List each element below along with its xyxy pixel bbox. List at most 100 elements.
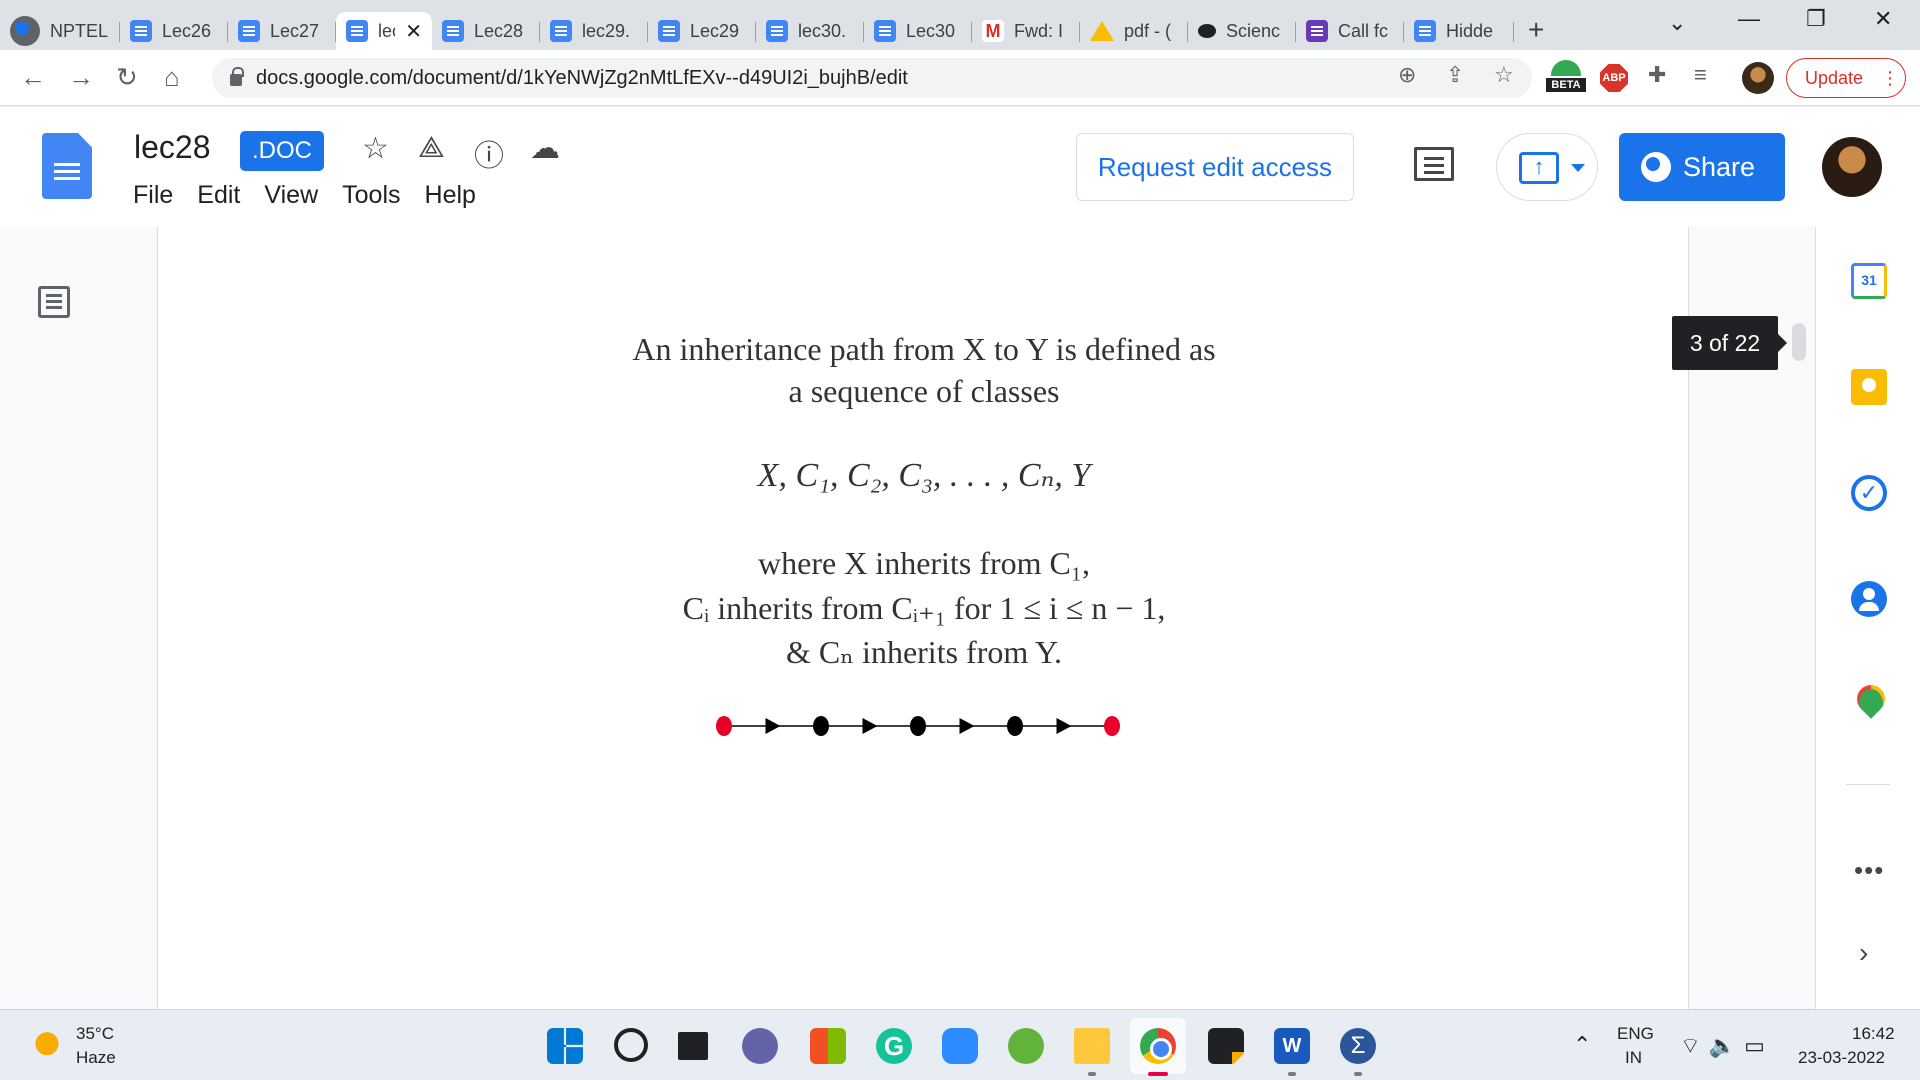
url-text[interactable]: docs.google.com/document/d/1kYeNWjZg2nMt… xyxy=(256,67,908,90)
docs-icon xyxy=(130,20,152,42)
tab-strip: NPTEL Lec26 Lec27 lec ✕ Lec28 lec29. Lec29 lec30… xyxy=(0,0,1920,50)
slide-condition-2: Cᵢ inherits from Cᵢ₊₁ for 1 ≤ i ≤ n − 1, xyxy=(682,590,1166,626)
path-node xyxy=(910,716,926,736)
move-to-drive-icon[interactable]: ⟁ xyxy=(418,131,445,165)
browser-tab[interactable]: Lec30 xyxy=(864,12,972,50)
expand-panel-icon[interactable]: › xyxy=(1859,937,1868,969)
menu-file[interactable]: File xyxy=(133,181,173,210)
share-button[interactable]: Share xyxy=(1619,133,1785,201)
browser-tab[interactable]: lec30. xyxy=(756,12,864,50)
restore-icon[interactable]: ❐ xyxy=(1806,6,1826,32)
clock-date[interactable]: 23-03-2022 xyxy=(1798,1048,1885,1068)
calendar-icon[interactable]: 31 xyxy=(1851,263,1887,299)
search-icon[interactable] xyxy=(614,1028,648,1062)
browser-tab[interactable]: M Fwd: I xyxy=(972,12,1080,50)
document-title[interactable]: lec28 xyxy=(134,129,211,166)
zoom-icon[interactable]: ⊕ xyxy=(1398,62,1416,88)
tab-title: Lec29 xyxy=(690,20,740,41)
grammarly-icon[interactable]: G xyxy=(876,1028,912,1064)
extensions-puzzle-icon[interactable]: ✚ xyxy=(1648,62,1666,88)
browser-tab[interactable]: NPTEL xyxy=(0,12,120,50)
teams-chat-icon[interactable] xyxy=(742,1028,778,1064)
word-icon[interactable]: W xyxy=(1274,1028,1310,1064)
menu-edit[interactable]: Edit xyxy=(197,181,240,210)
browser-tab[interactable]: Lec26 xyxy=(120,12,228,50)
globe-icon xyxy=(10,16,40,46)
address-bar[interactable]: docs.google.com/document/d/1kYeNWjZg2nMt… xyxy=(212,58,1532,98)
document-page: An inheritance path from X to Y is defin… xyxy=(157,227,1689,1009)
start-menu-icon[interactable] xyxy=(547,1028,583,1064)
forms-icon xyxy=(1306,20,1328,42)
menu-help[interactable]: Help xyxy=(425,181,476,210)
beta-extension-icon[interactable]: BETA xyxy=(1546,60,1586,96)
wifi-icon[interactable]: ⌔ xyxy=(1680,1033,1709,1058)
bookmark-star-icon[interactable]: ☆ xyxy=(1494,62,1514,88)
store-icon[interactable] xyxy=(810,1028,846,1064)
path-node xyxy=(813,716,829,736)
forward-icon[interactable]: → xyxy=(68,64,94,90)
math-app-icon[interactable]: Σ xyxy=(1340,1028,1376,1064)
close-window-icon[interactable]: ✕ xyxy=(1874,6,1892,32)
browser-tab[interactable]: Lec27 xyxy=(228,12,336,50)
docs-icon xyxy=(766,20,788,42)
browser-tab[interactable]: lec29. xyxy=(540,12,648,50)
clock-time[interactable]: 16:42 xyxy=(1852,1024,1895,1044)
request-edit-access-button[interactable]: Request edit access xyxy=(1076,133,1354,201)
cloud-status-icon[interactable]: ☁ xyxy=(530,131,560,166)
tasks-icon[interactable]: ✓ xyxy=(1851,475,1887,511)
adblock-extension-icon[interactable]: ABP xyxy=(1600,64,1628,92)
update-button[interactable]: Update ⋮ xyxy=(1786,58,1906,98)
new-tab-button[interactable]: + xyxy=(1528,14,1544,46)
hidden-icons-chevron-icon[interactable]: ⌃ xyxy=(1573,1032,1591,1058)
home-icon[interactable]: ⌂ xyxy=(164,64,180,90)
menu-tools[interactable]: Tools xyxy=(342,181,400,210)
reading-list-icon[interactable]: ≡ xyxy=(1694,62,1707,88)
star-icon[interactable]: ☆ xyxy=(362,131,389,166)
browser-tab[interactable]: Call fc xyxy=(1296,12,1404,50)
minimize-icon[interactable]: — xyxy=(1738,6,1760,32)
volume-icon[interactable]: 🔈 xyxy=(1709,1033,1744,1058)
inheritance-path-diagram xyxy=(716,716,1120,736)
running-indicator xyxy=(1354,1072,1362,1076)
document-outline-icon[interactable] xyxy=(38,286,70,318)
contacts-icon[interactable] xyxy=(1851,581,1887,617)
browser-tab[interactable]: Lec29 xyxy=(648,12,756,50)
back-icon[interactable]: ← xyxy=(20,64,46,90)
maps-icon[interactable] xyxy=(1851,685,1887,721)
info-icon[interactable]: ⓘ xyxy=(474,131,504,175)
keep-icon[interactable] xyxy=(1851,369,1887,405)
menu-view[interactable]: View xyxy=(264,181,318,210)
present-button[interactable]: ↑ xyxy=(1496,133,1598,201)
language-indicator[interactable]: ENG xyxy=(1617,1024,1654,1044)
docs-logo-icon[interactable] xyxy=(42,133,92,199)
chrome-icon[interactable] xyxy=(1140,1028,1176,1064)
share-page-icon[interactable]: ⇪ xyxy=(1446,62,1464,88)
tab-search-icon[interactable]: ⌄ xyxy=(1668,10,1686,36)
lock-icon[interactable] xyxy=(230,67,244,86)
weather-description[interactable]: Haze xyxy=(76,1048,116,1068)
browser-profile-avatar[interactable] xyxy=(1742,62,1774,94)
comments-icon[interactable] xyxy=(1414,147,1454,181)
sticky-notes-icon[interactable] xyxy=(1208,1028,1244,1064)
tab-title: pdf - ( xyxy=(1124,20,1172,41)
file-explorer-icon[interactable] xyxy=(1074,1028,1110,1064)
zoom-icon[interactable] xyxy=(942,1028,978,1064)
region-indicator[interactable]: IN xyxy=(1625,1048,1642,1068)
green-app-icon[interactable] xyxy=(1008,1028,1044,1064)
browser-tab[interactable]: pdf - ( xyxy=(1080,12,1188,50)
browser-tab[interactable]: Scienc xyxy=(1188,12,1296,50)
docs-menu-bar: File Edit View Tools Help xyxy=(133,181,500,210)
weather-sun-icon[interactable] xyxy=(32,1032,62,1058)
account-avatar[interactable] xyxy=(1822,137,1882,197)
tab-close-icon[interactable]: ✕ xyxy=(405,19,422,44)
browser-tab[interactable]: lec ✕ xyxy=(336,12,432,50)
more-addons-icon[interactable]: ••• xyxy=(1854,855,1884,886)
weather-temperature[interactable]: 35°C xyxy=(76,1024,114,1044)
browser-tab[interactable]: Lec28 xyxy=(432,12,540,50)
reload-icon[interactable]: ↻ xyxy=(116,64,138,90)
system-tray-icons[interactable]: ⌔🔈▭ xyxy=(1680,1032,1773,1060)
scrollbar-thumb[interactable] xyxy=(1792,323,1806,361)
browser-tab[interactable]: Hidde xyxy=(1404,12,1514,50)
task-view-icon[interactable] xyxy=(678,1032,708,1060)
battery-icon[interactable]: ▭ xyxy=(1744,1033,1773,1058)
